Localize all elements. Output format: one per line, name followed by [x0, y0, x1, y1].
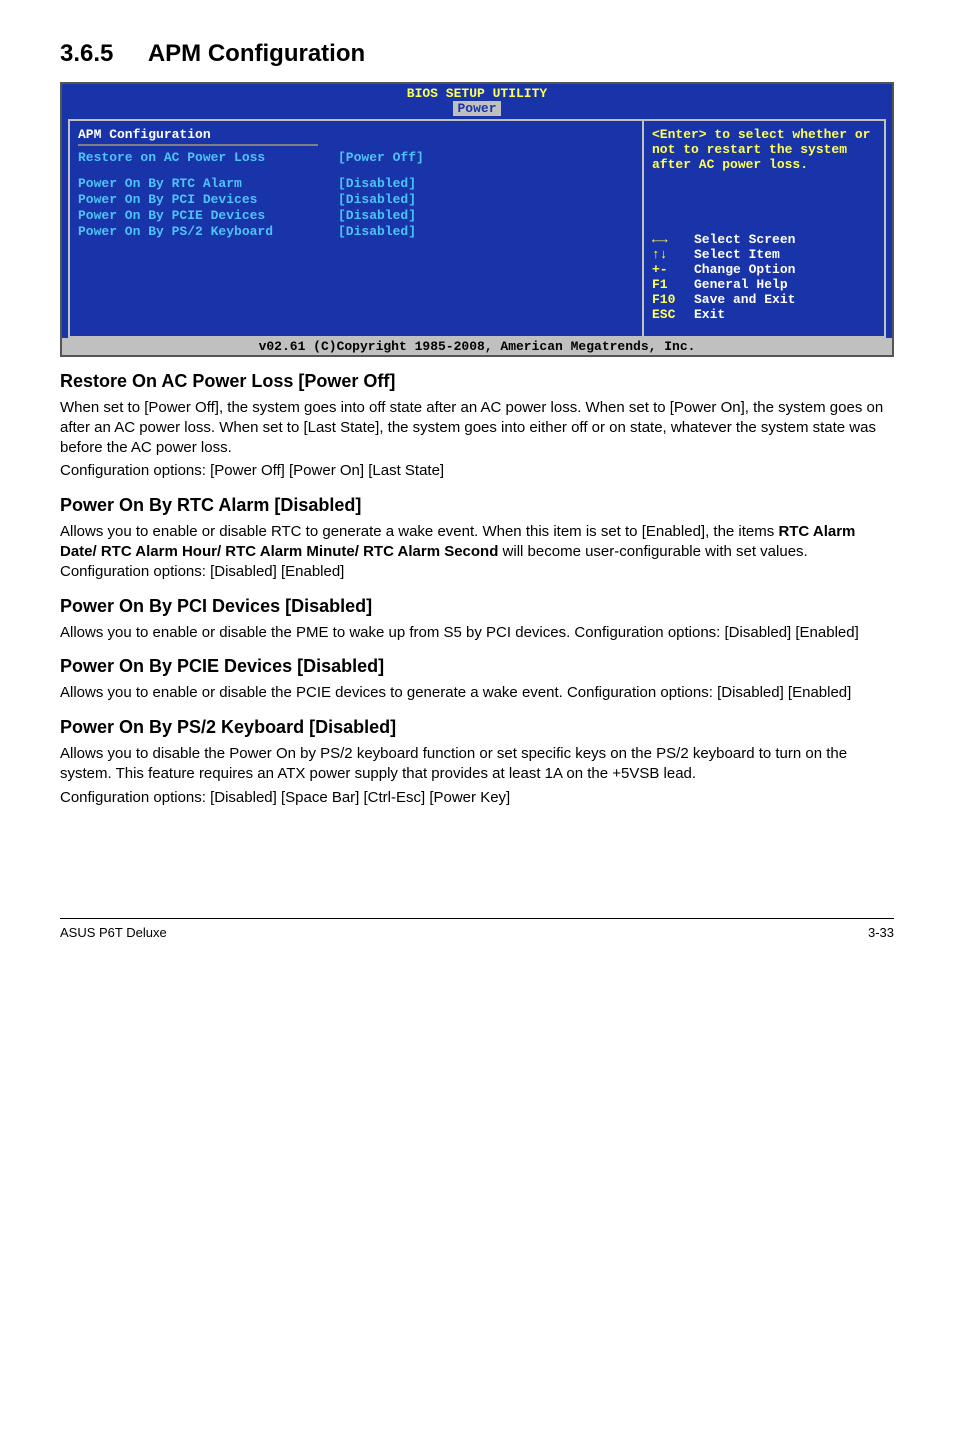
bios-key-row: F10 Save and Exit [652, 292, 876, 307]
bios-setting-label: Power On By PS/2 Keyboard [78, 224, 338, 239]
bios-left-panel: APM Configuration Restore on AC Power Lo… [70, 121, 644, 336]
bios-panel-title: APM Configuration [78, 127, 634, 142]
bios-header: BIOS SETUP UTILITY [407, 86, 547, 101]
section-number: 3.6.5 [60, 40, 113, 68]
footer-right: 3-33 [868, 925, 894, 940]
bios-setting-row: Power On By PS/2 Keyboard [Disabled] [78, 224, 634, 239]
text-span: Allows you to enable or disable RTC to g… [60, 523, 778, 540]
bios-divider [78, 144, 318, 146]
bios-setting-row: Restore on AC Power Loss [Power Off] [78, 150, 634, 165]
bios-help-text: <Enter> to select whether or not to rest… [652, 127, 876, 172]
f10-key: F10 [652, 292, 694, 307]
body-text: Configuration options: [Power Off] [Powe… [60, 461, 894, 481]
bios-content: APM Configuration Restore on AC Power Lo… [68, 119, 886, 338]
bios-setting-value: [Disabled] [338, 208, 416, 223]
bios-key-row: ↑↓ Select Item [652, 247, 876, 262]
subsection-title: Power On By PCIE Devices [Disabled] [60, 656, 894, 677]
bios-active-tab: Power [453, 101, 500, 116]
bios-key-label: Exit [694, 307, 725, 322]
bios-setting-row: Power On By PCI Devices [Disabled] [78, 192, 634, 207]
bios-right-panel: <Enter> to select whether or not to rest… [644, 121, 884, 336]
f1-key: F1 [652, 277, 694, 292]
bios-setting-row: Power On By RTC Alarm [Disabled] [78, 176, 634, 191]
footer-left: ASUS P6T Deluxe [60, 925, 167, 940]
bios-setting-value: [Disabled] [338, 224, 416, 239]
plus-minus-icon: +- [652, 262, 694, 277]
bios-footer: v02.61 (C)Copyright 1985-2008, American … [62, 338, 892, 355]
body-text: Configuration options: [Disabled] [Space… [60, 788, 894, 808]
esc-key: ESC [652, 307, 694, 322]
subsection-title: Power On By PS/2 Keyboard [Disabled] [60, 717, 894, 738]
arrow-updown-icon: ↑↓ [652, 247, 694, 262]
body-text: When set to [Power Off], the system goes… [60, 398, 894, 457]
bios-key-label: Save and Exit [694, 292, 795, 307]
bios-setting-label: Power On By PCIE Devices [78, 208, 338, 223]
bios-screenshot: BIOS SETUP UTILITY Power APM Configurati… [60, 82, 894, 357]
bios-key-row: F1 General Help [652, 277, 876, 292]
bios-key-legend: ←→ Select Screen ↑↓ Select Item +- Chang… [652, 232, 876, 330]
bios-key-row: ESC Exit [652, 307, 876, 322]
bios-title-bar: BIOS SETUP UTILITY Power [62, 84, 892, 119]
bios-setting-label: Power On By RTC Alarm [78, 176, 338, 191]
bios-key-row: +- Change Option [652, 262, 876, 277]
bios-setting-value: [Disabled] [338, 192, 416, 207]
subsection-title: Power On By PCI Devices [Disabled] [60, 596, 894, 617]
bios-key-label: General Help [694, 277, 788, 292]
arrow-leftright-icon: ←→ [652, 232, 694, 247]
body-text: Allows you to enable or disable the PME … [60, 623, 894, 643]
bios-key-label: Select Item [694, 247, 780, 262]
bios-key-label: Select Screen [694, 232, 795, 247]
bios-key-row: ←→ Select Screen [652, 232, 876, 247]
page-footer: ASUS P6T Deluxe 3-33 [60, 918, 894, 940]
section-title: APM Configuration [148, 40, 365, 68]
bios-setting-row: Power On By PCIE Devices [Disabled] [78, 208, 634, 223]
body-text: Allows you to enable or disable RTC to g… [60, 522, 894, 581]
bios-key-label: Change Option [694, 262, 795, 277]
bios-setting-value: [Power Off] [338, 150, 424, 165]
body-text: Allows you to disable the Power On by PS… [60, 744, 894, 784]
bios-setting-label: Power On By PCI Devices [78, 192, 338, 207]
subsection-title: Power On By RTC Alarm [Disabled] [60, 495, 894, 516]
section-header: 3.6.5 APM Configuration [60, 40, 894, 68]
bios-setting-label: Restore on AC Power Loss [78, 150, 338, 165]
bios-setting-value: [Disabled] [338, 176, 416, 191]
subsection-title: Restore On AC Power Loss [Power Off] [60, 371, 894, 392]
body-text: Allows you to enable or disable the PCIE… [60, 683, 894, 703]
